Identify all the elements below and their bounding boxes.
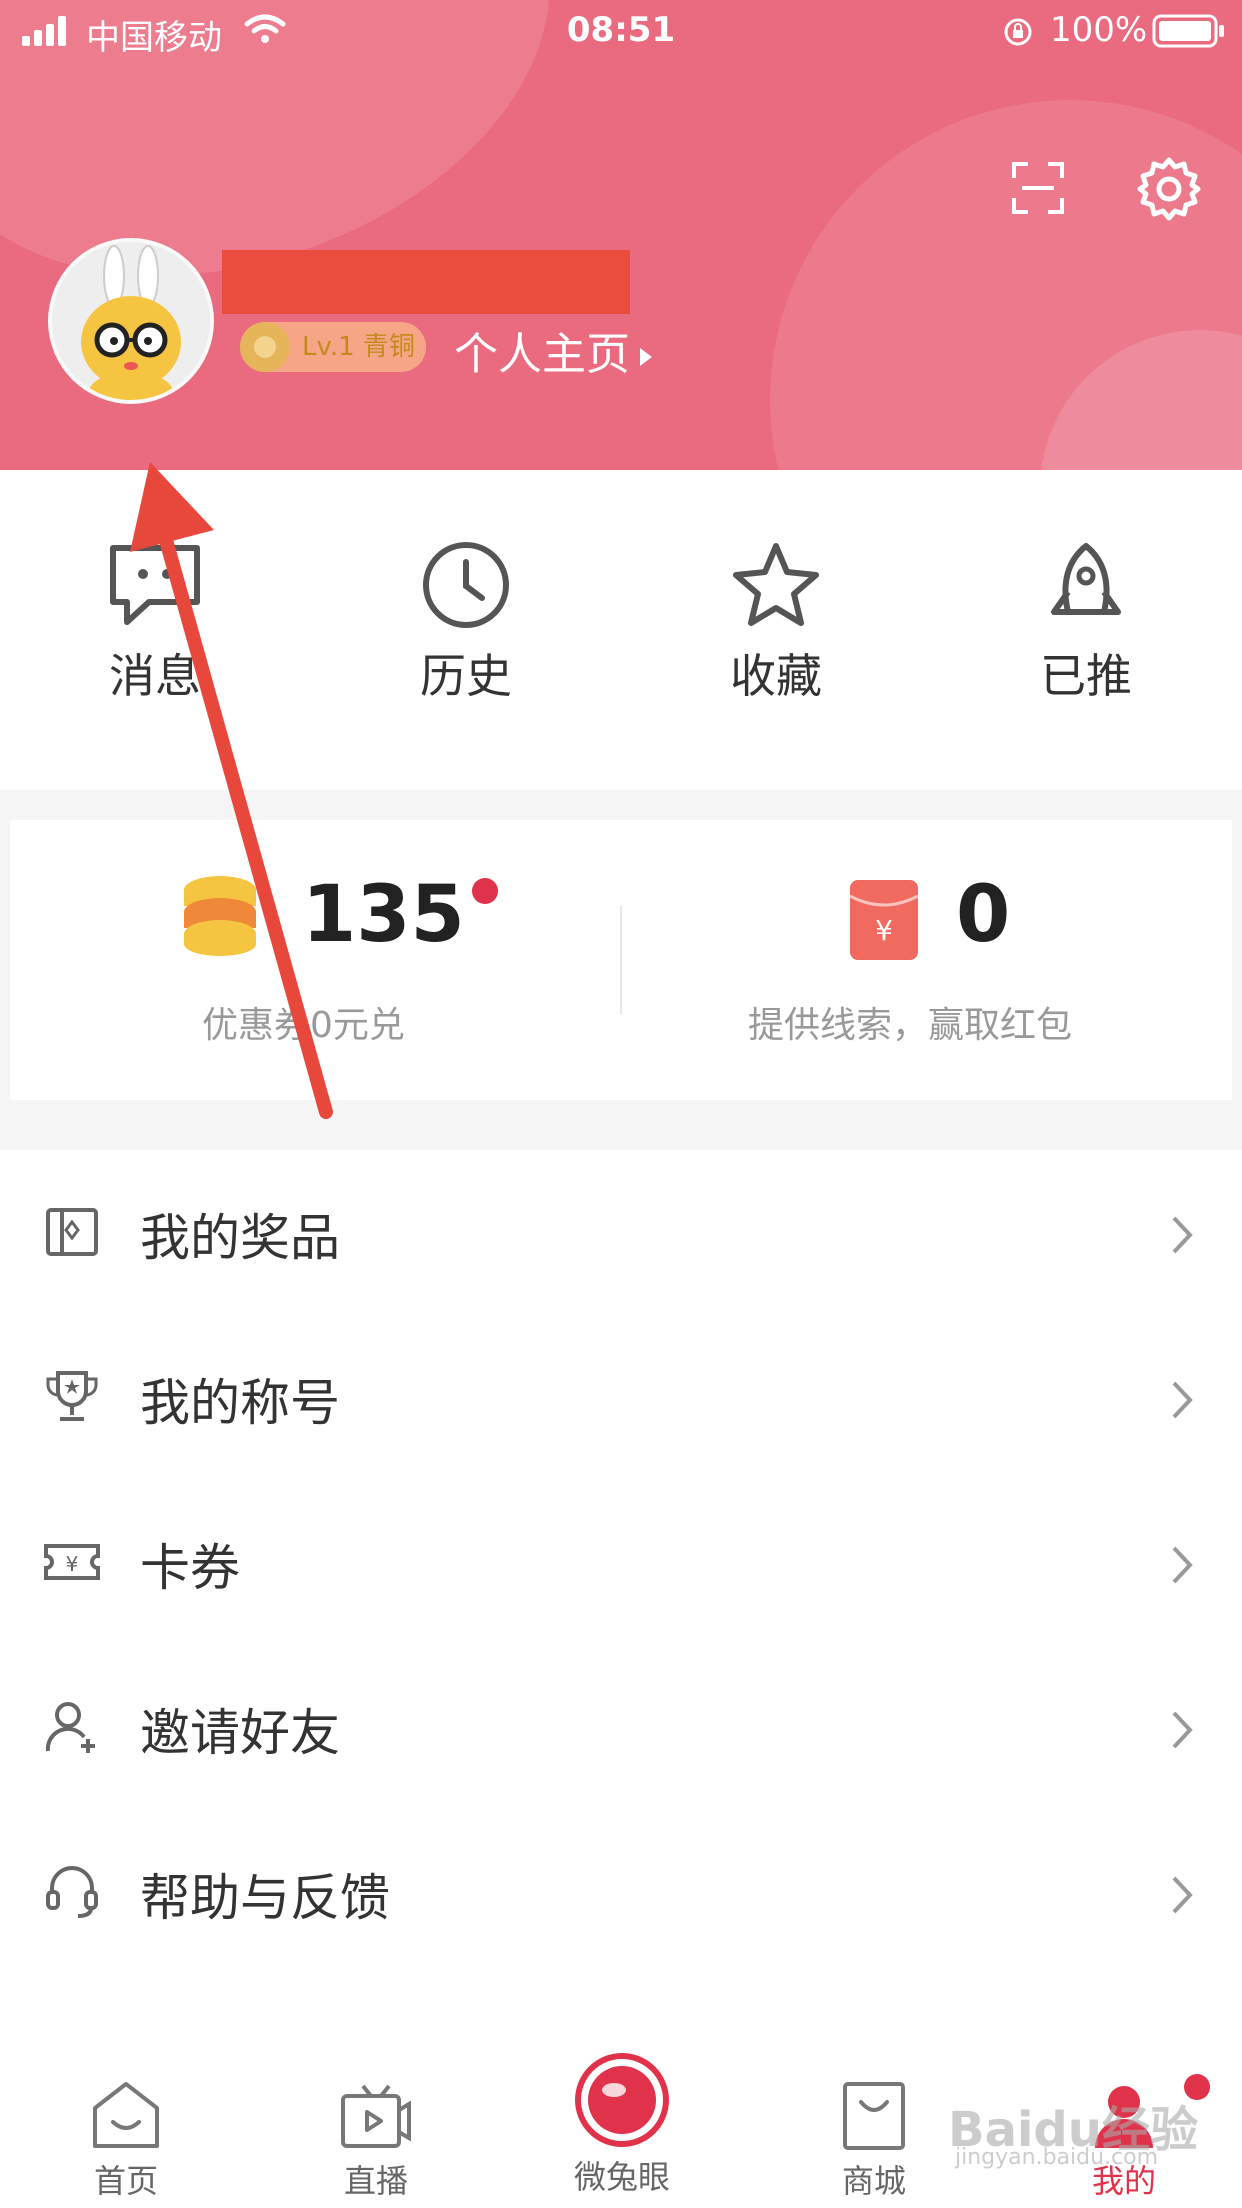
menu-item-help-feedback[interactable]: 帮助与反馈 [0,1812,1242,1977]
red-packet-icon: ¥ [849,880,919,960]
coins-caption: 优惠券0元兑 [202,1005,405,1046]
avatar[interactable] [48,238,214,404]
tab-label: 微兔眼 [573,2158,670,2196]
coins-count: 135 [302,870,465,960]
red-packet-caption: 提供线索，赢取红包 [748,1005,1073,1046]
svg-text:¥: ¥ [66,1552,79,1576]
gift-icon [46,1208,98,1256]
rocket-icon [1051,543,1121,615]
quick-action-label: 已推 [1040,649,1132,703]
chevron-right-icon [1172,1381,1193,1419]
trophy-icon [46,1371,98,1421]
bag-icon [843,2082,905,2150]
tab-home[interactable]: 首页 [36,2080,216,2202]
invite-user-icon [45,1702,95,1753]
quick-action-label: 消息 [109,649,201,703]
menu-label: 我的奖品 [140,1209,340,1267]
menu-label: 卡券 [140,1539,240,1597]
settings-gear-icon[interactable] [1134,154,1204,224]
chevron-right-icon [1172,1216,1193,1254]
menu-label: 我的称号 [140,1374,340,1432]
profile-header: 中国移动 08:51 100% Lv.1 青铜 个人主页 [0,0,1242,470]
status-bar: 中国移动 08:51 100% [0,0,1242,64]
quick-action-favorites[interactable]: 收藏 [696,540,856,706]
home-icon [93,2082,159,2148]
star-icon [733,543,819,626]
watermark-url: jingyan.baidu.com [955,2145,1159,2170]
chevron-right-icon [1172,1876,1193,1914]
tab-mall[interactable]: 商城 [784,2080,964,2202]
tab-weituyan[interactable]: 微兔眼 [532,2053,712,2198]
level-badge: Lv.1 青铜 [240,322,426,372]
tab-label: 商城 [841,2162,906,2200]
quick-action-history[interactable]: 历史 [386,540,546,706]
message-icon [110,545,200,625]
clock-icon [423,542,509,628]
tab-live[interactable]: 直播 [286,2080,466,2202]
menu-label: 邀请好友 [140,1704,340,1762]
notification-dot [472,878,498,904]
svg-text:¥: ¥ [875,914,893,947]
coin-stack-icon [184,876,256,956]
scan-icon[interactable] [1010,160,1066,216]
menu-item-coupons[interactable]: ¥ 卡券 [0,1482,1242,1647]
rotation-lock-icon [1004,18,1032,46]
red-packet-count: 0 [956,870,1011,960]
quick-action-pushed[interactable]: 已推 [1006,540,1166,706]
level-label: Lv.1 青铜 [302,332,415,362]
battery-icon [1152,14,1224,48]
personal-homepage-link[interactable]: 个人主页 [454,318,652,382]
quick-action-label: 历史 [420,649,512,703]
coins-panel[interactable]: 135 优惠券0元兑 [150,850,650,1050]
chevron-right-icon [1172,1546,1193,1584]
tv-icon [341,2084,411,2148]
headset-icon [46,1866,98,1918]
wallet-divider [620,905,622,1015]
tab-label: 首页 [93,2162,158,2200]
rabbit-avatar-icon [52,242,210,400]
quick-action-label: 收藏 [730,649,822,703]
triangle-right-icon [640,348,652,366]
red-packet-panel[interactable]: ¥ 0 提供线索，赢取红包 [740,850,1190,1050]
menu-item-my-prizes[interactable]: 我的奖品 [0,1152,1242,1317]
ticket-icon: ¥ [44,1544,100,1580]
username-redacted [222,250,630,314]
level-coin-icon [240,322,290,372]
menu-item-my-titles[interactable]: 我的称号 [0,1317,1242,1482]
menu-label: 帮助与反馈 [140,1869,390,1927]
tab-label: 直播 [343,2162,408,2200]
menu-item-invite-friends[interactable]: 邀请好友 [0,1647,1242,1812]
chevron-right-icon [1172,1711,1193,1749]
homepage-label: 个人主页 [454,329,630,380]
battery-percent: 100% [1050,10,1148,50]
eye-icon [575,2053,669,2147]
quick-action-messages[interactable]: 消息 [75,540,235,706]
